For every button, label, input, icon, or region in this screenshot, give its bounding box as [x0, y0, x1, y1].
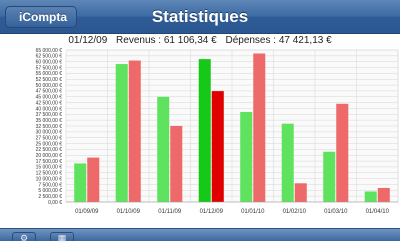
x-tick-label: 01/03/10 [324, 209, 348, 215]
revenus-bar [115, 64, 128, 203]
depenses-bar [253, 53, 266, 202]
x-tick-label: 01/10/09 [117, 209, 141, 215]
gear-icon: ⚙ [19, 233, 29, 243]
revenus-bar [74, 163, 87, 202]
y-tick-label: 52 500,00 € [36, 77, 63, 83]
y-tick-label: 7 500,00 € [38, 182, 62, 188]
y-tick-label: 55 000,00 € [36, 71, 63, 77]
x-tick-label: 01/12/09 [200, 209, 224, 215]
y-tick-label: 42 500,00 € [36, 100, 63, 106]
x-tick-label: 01/04/10 [366, 209, 390, 215]
y-tick-label: 10 000,00 € [36, 176, 63, 182]
y-tick-label: 50 000,00 € [36, 83, 63, 89]
y-tick-label: 40 000,00 € [36, 106, 63, 112]
y-tick-label: 2 500,00 € [38, 194, 62, 200]
y-tick-label: 47 500,00 € [36, 89, 63, 95]
y-tick-label: 27 500,00 € [36, 135, 63, 141]
depenses-bar [336, 103, 349, 202]
y-tick-label: 22 500,00 € [36, 147, 63, 153]
x-tick-label: 01/02/10 [283, 209, 307, 215]
y-tick-label: 60 000,00 € [36, 59, 63, 65]
calendar-icon: ▦ [57, 233, 67, 243]
bar-chart[interactable]: 0,00 €2 500,00 €5 000,00 €7 500,00 €10 0… [0, 0, 400, 228]
y-tick-label: 30 000,00 € [36, 130, 63, 136]
x-tick-label: 01/01/10 [241, 209, 265, 215]
y-tick-label: 5 000,00 € [38, 188, 62, 194]
y-tick-label: 25 000,00 € [36, 141, 63, 147]
bottom-toolbar: ⚙ ▦ [0, 228, 400, 243]
y-tick-label: 37 500,00 € [36, 112, 63, 118]
y-tick-label: 12 500,00 € [36, 171, 63, 177]
x-tick-label: 01/11/09 [158, 209, 182, 215]
y-tick-label: 45 000,00 € [36, 95, 63, 101]
revenus-bar [281, 123, 294, 202]
depenses-bar [377, 187, 390, 202]
depenses-bar [294, 183, 307, 202]
depenses-bar [128, 60, 141, 203]
revenus-bar [364, 191, 377, 202]
y-tick-label: 0,00 € [48, 200, 62, 206]
x-tick-label: 01/09/09 [75, 209, 99, 215]
y-tick-label: 57 500,00 € [36, 65, 63, 71]
depenses-bar [211, 91, 224, 202]
y-tick-label: 15 000,00 € [36, 165, 63, 171]
y-tick-label: 20 000,00 € [36, 153, 63, 159]
y-tick-label: 17 500,00 € [36, 159, 63, 165]
y-tick-label: 32 500,00 € [36, 124, 63, 130]
y-tick-label: 35 000,00 € [36, 118, 63, 124]
y-tick-label: 65 000,00 € [36, 48, 63, 54]
revenus-bar [240, 111, 253, 202]
revenus-bar [157, 96, 170, 202]
revenus-bar [323, 151, 336, 202]
depenses-bar [170, 126, 183, 202]
revenus-bar [198, 59, 211, 202]
y-tick-label: 62 500,00 € [36, 54, 63, 60]
depenses-bar [87, 157, 100, 202]
